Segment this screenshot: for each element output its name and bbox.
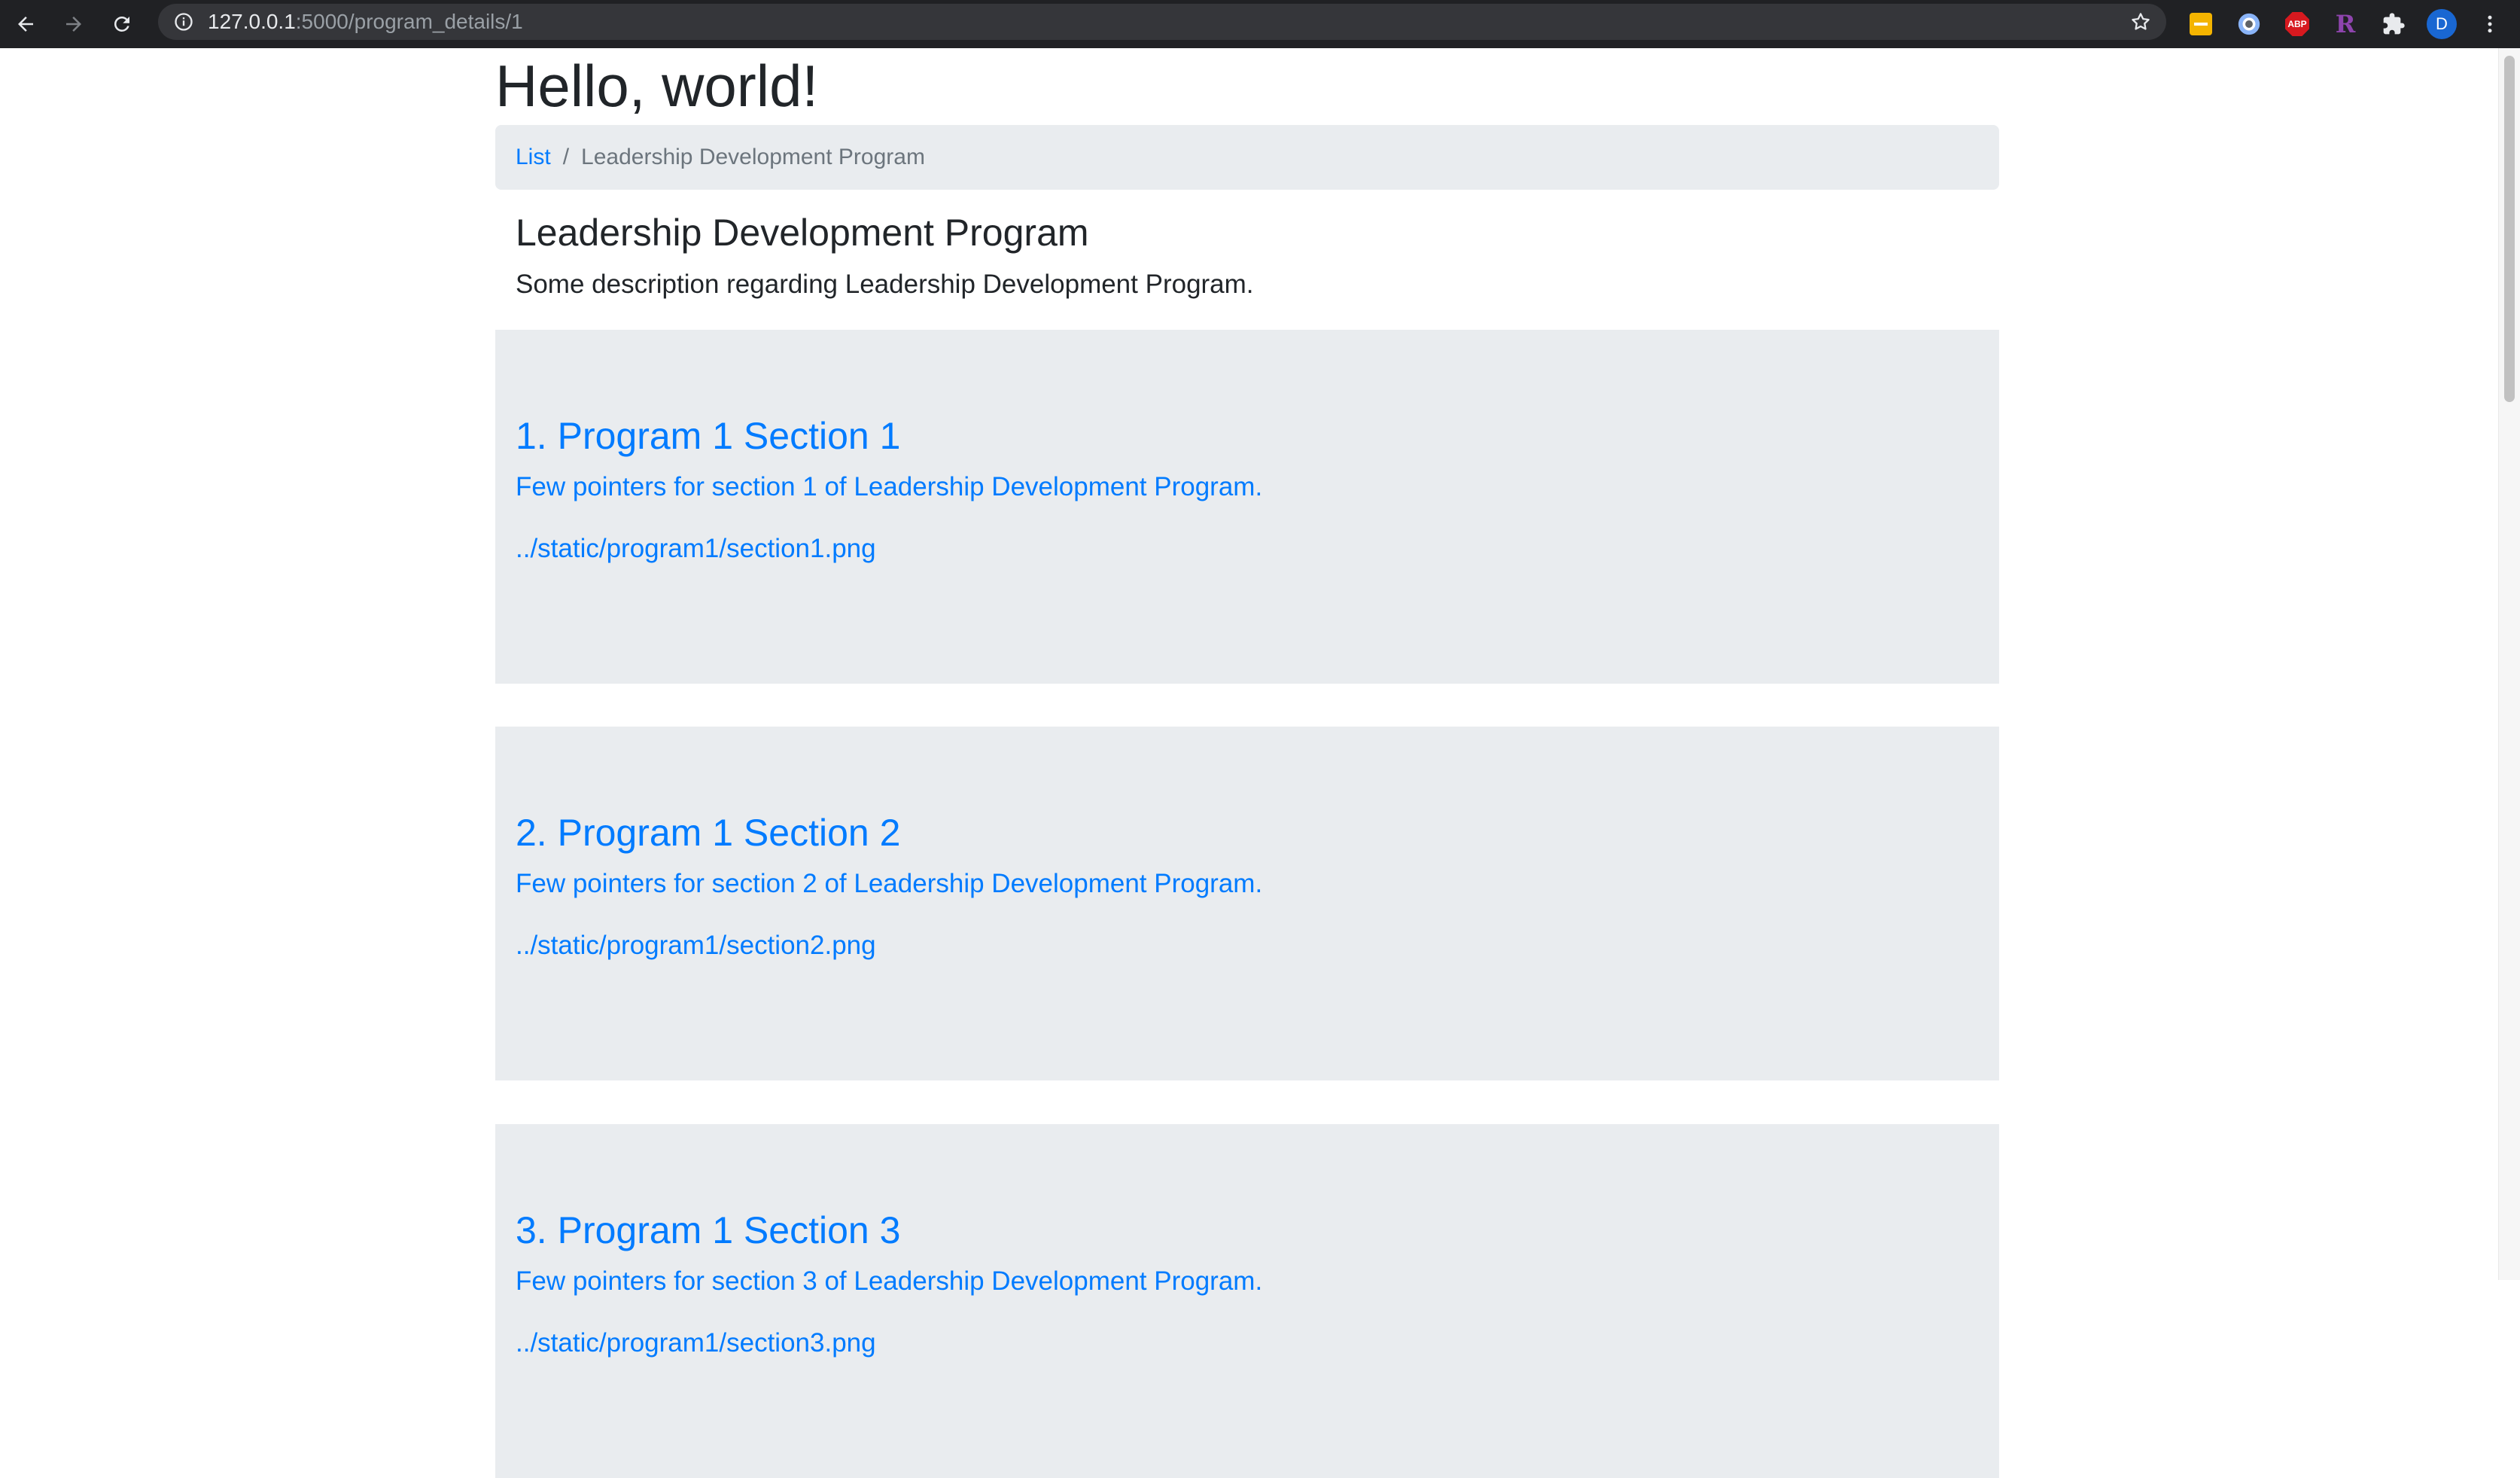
browser-toolbar: 127.0.0.1:5000/program_details/1 ABP R D [0, 0, 2520, 48]
program-description: Some description regarding Leadership De… [516, 270, 1254, 299]
breadcrumb-current: Leadership Development Program [581, 145, 925, 169]
url-path: :5000/program_details/1 [295, 10, 523, 33]
section-description[interactable]: Few pointers for section 1 of Leadership… [516, 470, 1262, 504]
forward-arrow-icon [66, 17, 81, 32]
r-extension[interactable]: R [2329, 8, 2362, 41]
kebab-menu-icon [2488, 15, 2492, 33]
forward-button[interactable] [57, 8, 90, 41]
reload-icon [114, 16, 129, 32]
section-description[interactable]: Few pointers for section 3 of Leadership… [516, 1264, 1262, 1299]
breadcrumb-separator: / [562, 145, 570, 169]
scrollbar-thumb[interactable] [2504, 56, 2515, 402]
browser-menu-button[interactable] [2473, 8, 2506, 41]
section-card[interactable]: 3. Program 1 Section 3 Few pointers for … [495, 1124, 1999, 1478]
sticky-notes-icon [2190, 13, 2212, 35]
breadcrumb: List / Leadership Development Program [495, 125, 1999, 190]
back-arrow-icon [18, 17, 33, 32]
section-image-broken[interactable]: ../static/program1/section1.png [516, 532, 876, 566]
section-title[interactable]: 3. Program 1 Section 3 [516, 1205, 900, 1255]
r-extension-icon: R [2335, 10, 2356, 38]
sticky-notes-extension[interactable] [2184, 8, 2217, 41]
page-heading: Hello, world! [495, 53, 819, 119]
bookmark-star-button[interactable] [2127, 8, 2154, 35]
puzzle-icon [2383, 13, 2405, 35]
section-card[interactable]: 1. Program 1 Section 1 Few pointers for … [495, 330, 1999, 684]
page-scrollbar[interactable] [2498, 48, 2520, 1280]
address-bar[interactable]: 127.0.0.1:5000/program_details/1 [158, 4, 2166, 40]
adblock-plus-extension[interactable]: ABP [2281, 8, 2314, 41]
profile-button[interactable]: D [2425, 8, 2458, 41]
page-content: Hello, world! List / Leadership Developm… [495, 48, 1999, 1478]
reload-button[interactable] [105, 8, 138, 41]
extensions-menu-button[interactable] [2377, 8, 2410, 41]
avatar: D [2427, 9, 2457, 39]
site-info-icon[interactable] [172, 10, 196, 34]
url-text[interactable]: 127.0.0.1:5000/program_details/1 [208, 4, 523, 40]
circle-extension-icon [2238, 13, 2260, 35]
section-title[interactable]: 2. Program 1 Section 2 [516, 808, 900, 858]
star-icon [2132, 13, 2150, 30]
program-title: Leadership Development Program [516, 212, 1089, 254]
section-image-broken[interactable]: ../static/program1/section3.png [516, 1326, 876, 1361]
breadcrumb-list-link[interactable]: List [516, 145, 551, 170]
section-card[interactable]: 2. Program 1 Section 2 Few pointers for … [495, 727, 1999, 1080]
section-description[interactable]: Few pointers for section 2 of Leadership… [516, 867, 1262, 901]
section-image-broken[interactable]: ../static/program1/section2.png [516, 928, 876, 963]
info-circle-icon [175, 13, 193, 31]
back-button[interactable] [9, 8, 42, 41]
section-title[interactable]: 1. Program 1 Section 1 [516, 411, 900, 461]
url-host: 127.0.0.1 [208, 10, 296, 33]
circle-extension[interactable] [2232, 8, 2266, 41]
abp-icon: ABP [2285, 12, 2309, 36]
